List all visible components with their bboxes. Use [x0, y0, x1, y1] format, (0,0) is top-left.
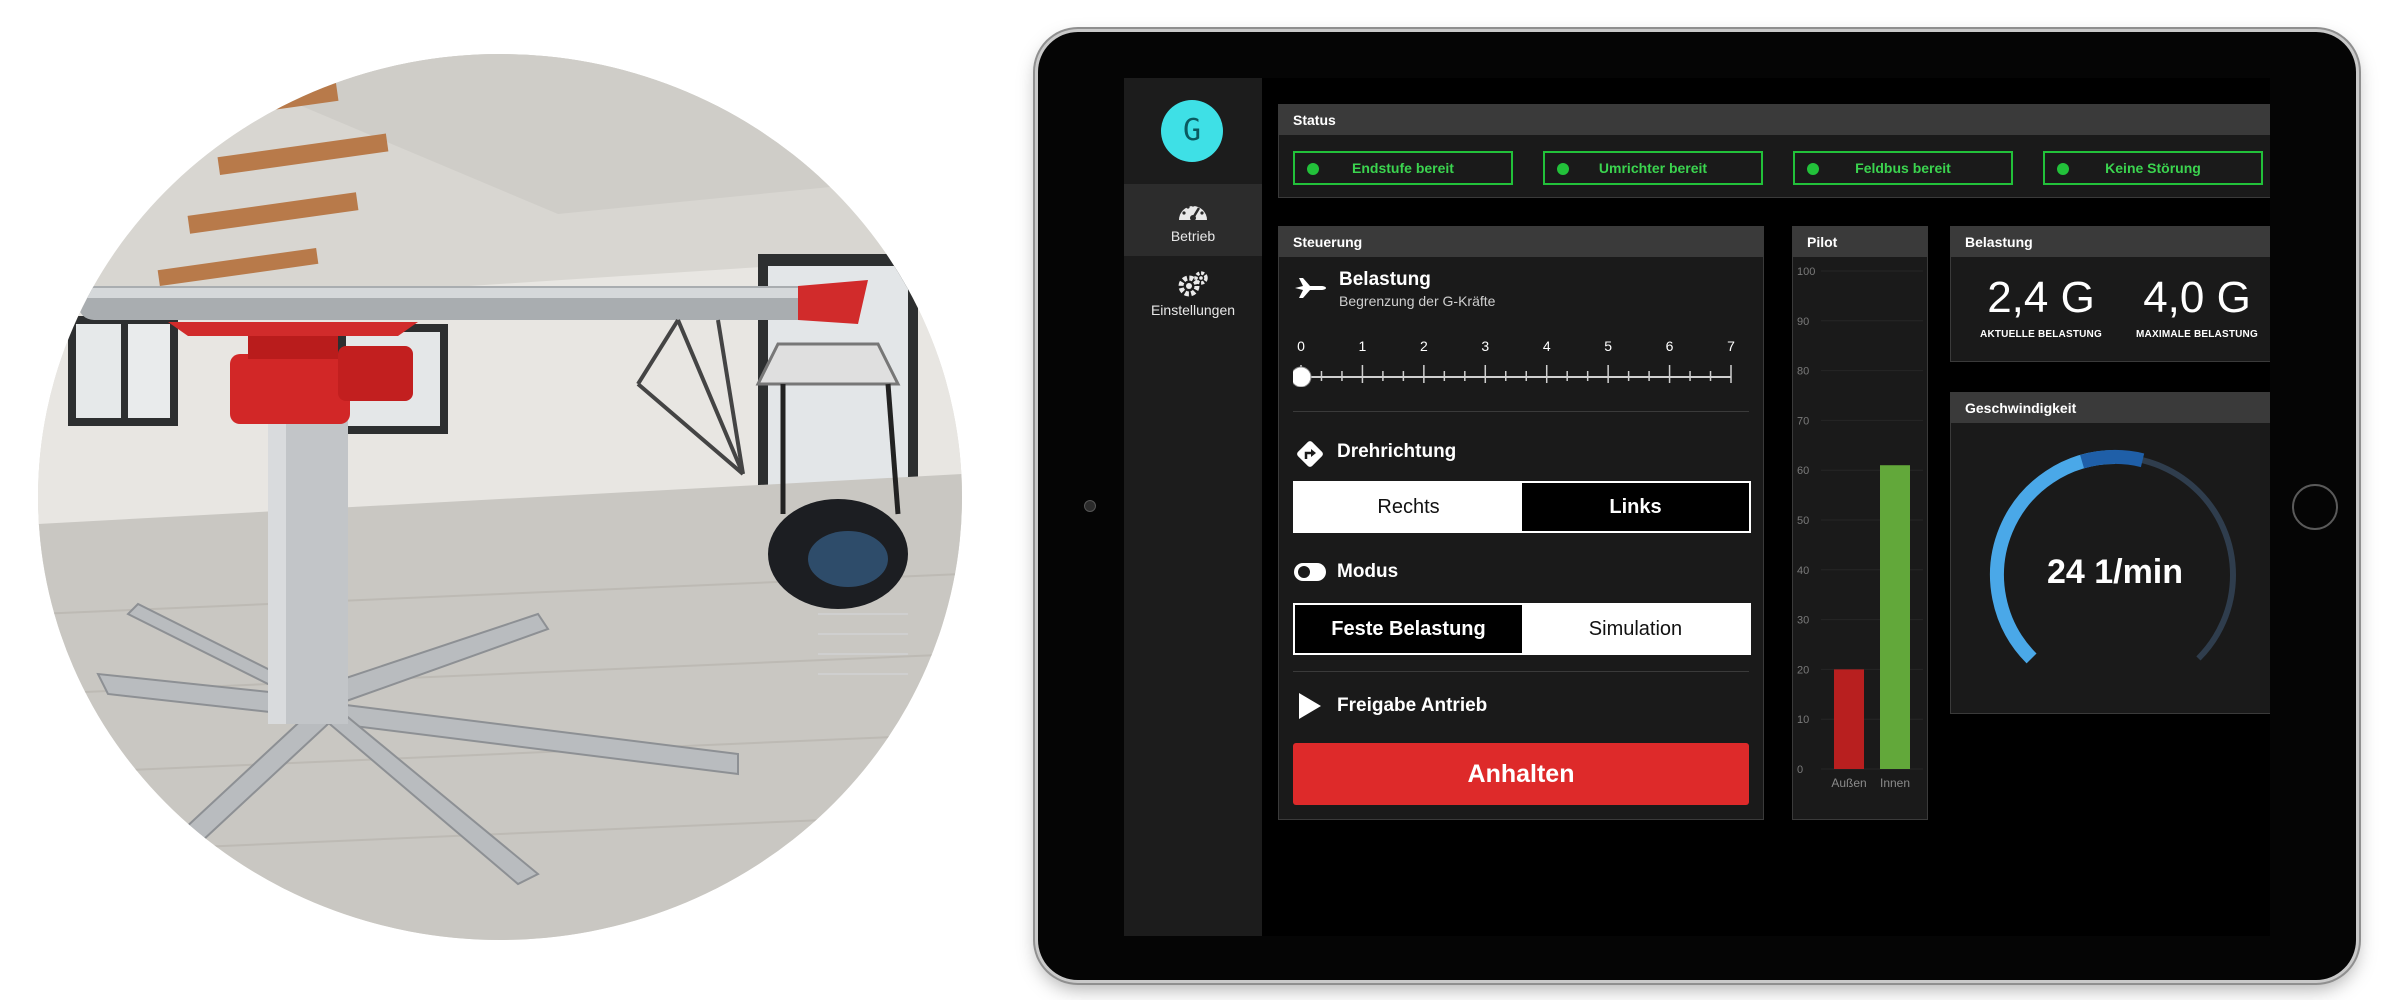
slider-tick-label: 4: [1543, 338, 1551, 354]
status-badge: Feldbus bereit: [1793, 151, 2013, 185]
mode-toggle: Feste Belastung Simulation: [1293, 603, 1751, 655]
status-badge: Keine Störung: [2043, 151, 2263, 185]
slider-thumb[interactable]: [1290, 366, 1312, 388]
play-icon: [1297, 691, 1323, 721]
sidebar: G Betrieb Einstellungen: [1124, 78, 1262, 936]
belastung-subtitle: Begrenzung der G-Kräfte: [1339, 293, 1496, 309]
steuerung-panel: Steuerung Belastung Begrenzung der G-Krä…: [1278, 226, 1764, 820]
panel-title: Status: [1279, 105, 2270, 135]
status-badge: Umrichter bereit: [1543, 151, 1763, 185]
divider: [1293, 411, 1749, 412]
stop-button[interactable]: Anhalten: [1293, 743, 1749, 805]
camera-dot: [1084, 500, 1096, 512]
status-badge: Endstufe bereit: [1293, 151, 1513, 185]
slider-tick-label: 2: [1420, 338, 1428, 354]
pilot-bar-chart: 1009080706050403020100Außen Innen: [1797, 266, 1923, 790]
bar-innen: [1880, 465, 1910, 769]
bar-label: Innen: [1880, 776, 1910, 790]
option-rechts[interactable]: Rechts: [1295, 483, 1522, 531]
bar-aussen: [1834, 669, 1864, 769]
speedometer-icon: [1177, 196, 1209, 224]
axis-tick-label: 20: [1797, 664, 1809, 676]
home-button[interactable]: [2292, 484, 2338, 530]
max-load-value: 4,0 G: [2143, 273, 2251, 322]
drehrichtung-title: Drehrichtung: [1337, 441, 1457, 462]
modus-title: Modus: [1337, 561, 1399, 582]
app-screen: G Betrieb Einstellungen Status Endstufe …: [1124, 78, 2270, 936]
axis-tick-label: 40: [1797, 565, 1809, 577]
slider-tick-label: 1: [1359, 338, 1367, 354]
status-dot: [1307, 163, 1319, 175]
axis-tick-label: 50: [1797, 515, 1809, 527]
panel-title: Belastung: [1951, 227, 2270, 257]
gauge-marker-arc: [2080, 450, 2145, 469]
direction-sign-icon: [1295, 439, 1325, 469]
direction-toggle: Rechts Links: [1293, 481, 1751, 533]
panel-title: Geschwindigkeit: [1951, 393, 2270, 423]
divider: [1293, 671, 1749, 672]
belastung-panel: Belastung 2,4 G AKTUELLE BELASTUNG 4,0 G…: [1950, 226, 2270, 362]
gears-icon: [1177, 270, 1209, 298]
status-dot: [1807, 163, 1819, 175]
slider-tick-label: 0: [1297, 338, 1305, 354]
simulator-photo: [38, 54, 962, 940]
status-dot: [2057, 163, 2069, 175]
tablet-frame: G Betrieb Einstellungen Status Endstufe …: [1038, 32, 2356, 980]
panel-title: Pilot: [1793, 227, 1927, 257]
axis-tick-label: 30: [1797, 615, 1809, 627]
axis-tick-label: 100: [1797, 266, 1815, 278]
current-load-value: 2,4 G: [1987, 273, 2095, 322]
sidebar-item-label: Betrieb: [1170, 228, 1216, 244]
sidebar-item-label: Einstellungen: [1150, 302, 1236, 318]
axis-tick-label: 60: [1797, 465, 1809, 477]
pilot-panel: Pilot 100 90 80 70 60 50 40 30 20 10 0 Außen Innen: [1792, 226, 1928, 820]
slider-tick-label: 3: [1481, 338, 1489, 354]
axis-tick-label: 10: [1797, 714, 1809, 726]
app-logo: G: [1161, 100, 1223, 162]
g-force-slider[interactable]: 0 1 2 3 4 5 6 7: [1290, 337, 1739, 388]
status-panel: Status Endstufe bereit Umrichter bereit …: [1278, 104, 2270, 198]
slider-tick-label: 7: [1727, 338, 1735, 354]
speed-value: 24 1/min: [2046, 553, 2184, 591]
current-load-label: AKTUELLE BELASTUNG: [1980, 329, 2102, 340]
max-load-label: MAXIMALE BELASTUNG: [2136, 329, 2258, 340]
axis-tick-label: 90: [1797, 316, 1809, 328]
option-feste-belastung[interactable]: Feste Belastung: [1295, 605, 1522, 653]
slider-tick-label: 6: [1666, 338, 1674, 354]
axis-tick-label: 70: [1797, 415, 1809, 427]
freigabe-title: Freigabe Antrieb: [1337, 695, 1488, 716]
axis-tick-label: 0: [1797, 764, 1803, 776]
option-links[interactable]: Links: [1522, 483, 1749, 531]
option-simulation[interactable]: Simulation: [1522, 605, 1749, 653]
panel-title: Steuerung: [1279, 227, 1763, 257]
toggle-icon: [1293, 561, 1327, 583]
slider-tick-label: 5: [1604, 338, 1612, 354]
sidebar-item-betrieb[interactable]: Betrieb: [1124, 184, 1262, 256]
bar-label: Außen: [1831, 776, 1866, 790]
airplane-icon: [1293, 273, 1327, 303]
sidebar-item-einstellungen[interactable]: Einstellungen: [1124, 258, 1262, 330]
belastung-title: Belastung: [1339, 269, 1431, 290]
status-dot: [1557, 163, 1569, 175]
axis-tick-label: 80: [1797, 366, 1809, 378]
speed-panel: Geschwindigkeit 24 1/min: [1950, 392, 2270, 714]
